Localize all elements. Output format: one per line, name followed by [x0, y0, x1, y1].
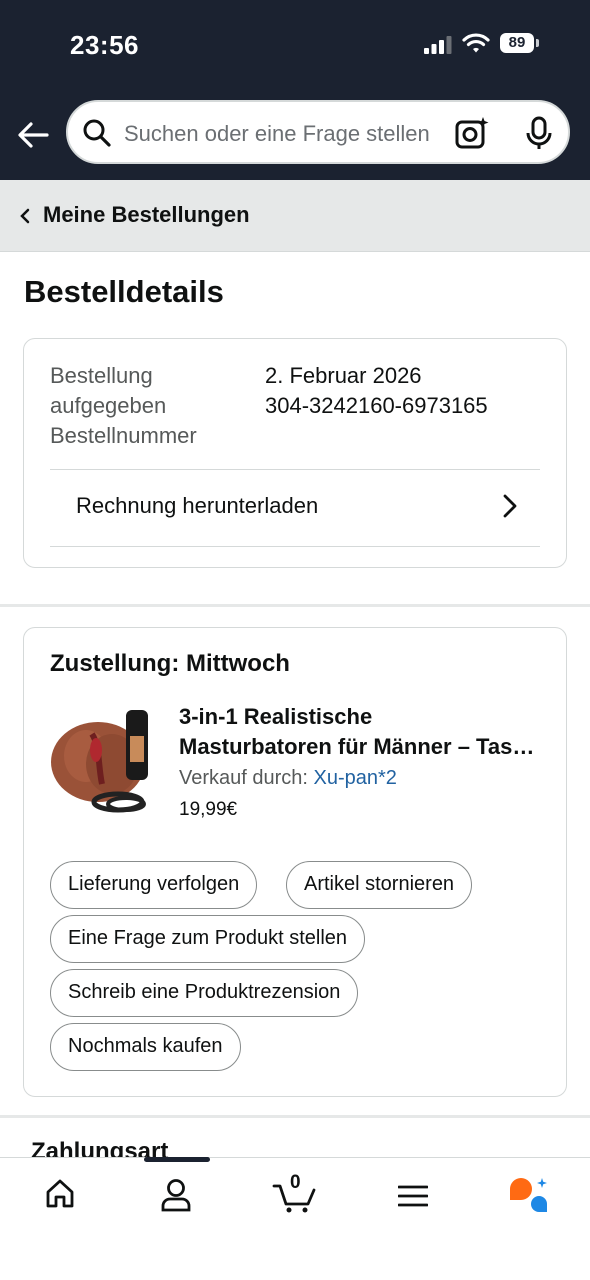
home-icon[interactable]	[44, 1178, 76, 1210]
chevron-right-icon[interactable]	[500, 493, 520, 519]
rufus-icon[interactable]	[508, 1176, 550, 1214]
camera-search-icon[interactable]	[454, 116, 490, 150]
active-tab-indicator	[144, 1157, 210, 1162]
write-review-button[interactable]: Schreib eine Produktrezension	[50, 969, 359, 1017]
section-separator	[0, 604, 590, 607]
order-number: 304-3242160-6973165	[265, 393, 488, 418]
divider	[50, 469, 540, 470]
product-image[interactable]	[48, 706, 158, 818]
track-delivery-button[interactable]: Lieferung verfolgen	[50, 861, 258, 909]
order-labels: Bestellung aufgegeben Bestellnummer	[50, 361, 197, 451]
menu-icon[interactable]	[398, 1184, 428, 1208]
section-separator	[0, 1115, 590, 1118]
order-label-placed: Bestellung	[50, 363, 153, 388]
product-price: 19,99€	[179, 799, 238, 820]
microphone-icon[interactable]	[524, 116, 554, 152]
sold-by: Verkauf durch: Xu-pan*2	[179, 767, 397, 790]
status-time: 23:56	[70, 30, 139, 60]
cellular-signal-icon	[424, 36, 452, 54]
product-title-line1[interactable]: 3-in-1 Realistische	[179, 702, 539, 732]
battery-tip	[536, 39, 539, 47]
cancel-item-button[interactable]: Artikel stornieren	[286, 861, 473, 909]
download-invoice-link[interactable]: Rechnung herunterladen	[76, 493, 318, 519]
seller-link[interactable]: Xu-pan*2	[314, 767, 397, 789]
buy-again-button[interactable]: Nochmals kaufen	[50, 1023, 241, 1071]
order-date: 2. Februar 2026	[265, 363, 422, 388]
wifi-icon	[462, 33, 490, 53]
account-icon[interactable]	[160, 1178, 192, 1212]
bottom-tab-bar: 0	[0, 1157, 590, 1280]
battery-level: 89	[500, 33, 534, 53]
breadcrumb-label[interactable]: Meine Bestellungen	[43, 202, 250, 228]
delivery-heading: Zustellung: Mittwoch	[50, 650, 290, 677]
page-title: Bestelldetails	[24, 274, 224, 309]
order-summary-card: Bestellung aufgegeben Bestellnummer 2. F…	[23, 338, 567, 568]
cart-count: 0	[290, 1172, 301, 1193]
search-icon	[83, 119, 111, 147]
order-label-number: Bestellnummer	[50, 423, 197, 448]
product-title-line2[interactable]: Masturbatoren für Männer – Taschenmuschi…	[179, 732, 539, 762]
order-label-placed-2: aufgegeben	[50, 393, 167, 418]
ask-question-button[interactable]: Eine Frage zum Produkt stellen	[50, 915, 366, 963]
status-bar: 23:56 89	[0, 0, 590, 90]
divider	[50, 546, 540, 547]
search-bar[interactable]: Suchen oder eine Frage stellen	[66, 100, 570, 164]
search-input[interactable]: Suchen oder eine Frage stellen	[124, 121, 434, 147]
back-arrow-icon[interactable]	[16, 118, 50, 152]
order-values: 2. Februar 2026 304-3242160-6973165	[265, 361, 488, 421]
chevron-left-icon	[20, 208, 30, 224]
breadcrumb[interactable]: Meine Bestellungen	[0, 180, 590, 252]
product-title[interactable]: 3-in-1 Realistische Masturbatoren für Mä…	[179, 702, 539, 762]
delivery-card: Zustellung: Mittwoch 3-in-1 Realistische…	[23, 627, 567, 1097]
app-header: 23:56 89 Suchen oder eine Frage stellen	[0, 0, 590, 180]
sold-by-label: Verkauf durch:	[179, 767, 308, 789]
